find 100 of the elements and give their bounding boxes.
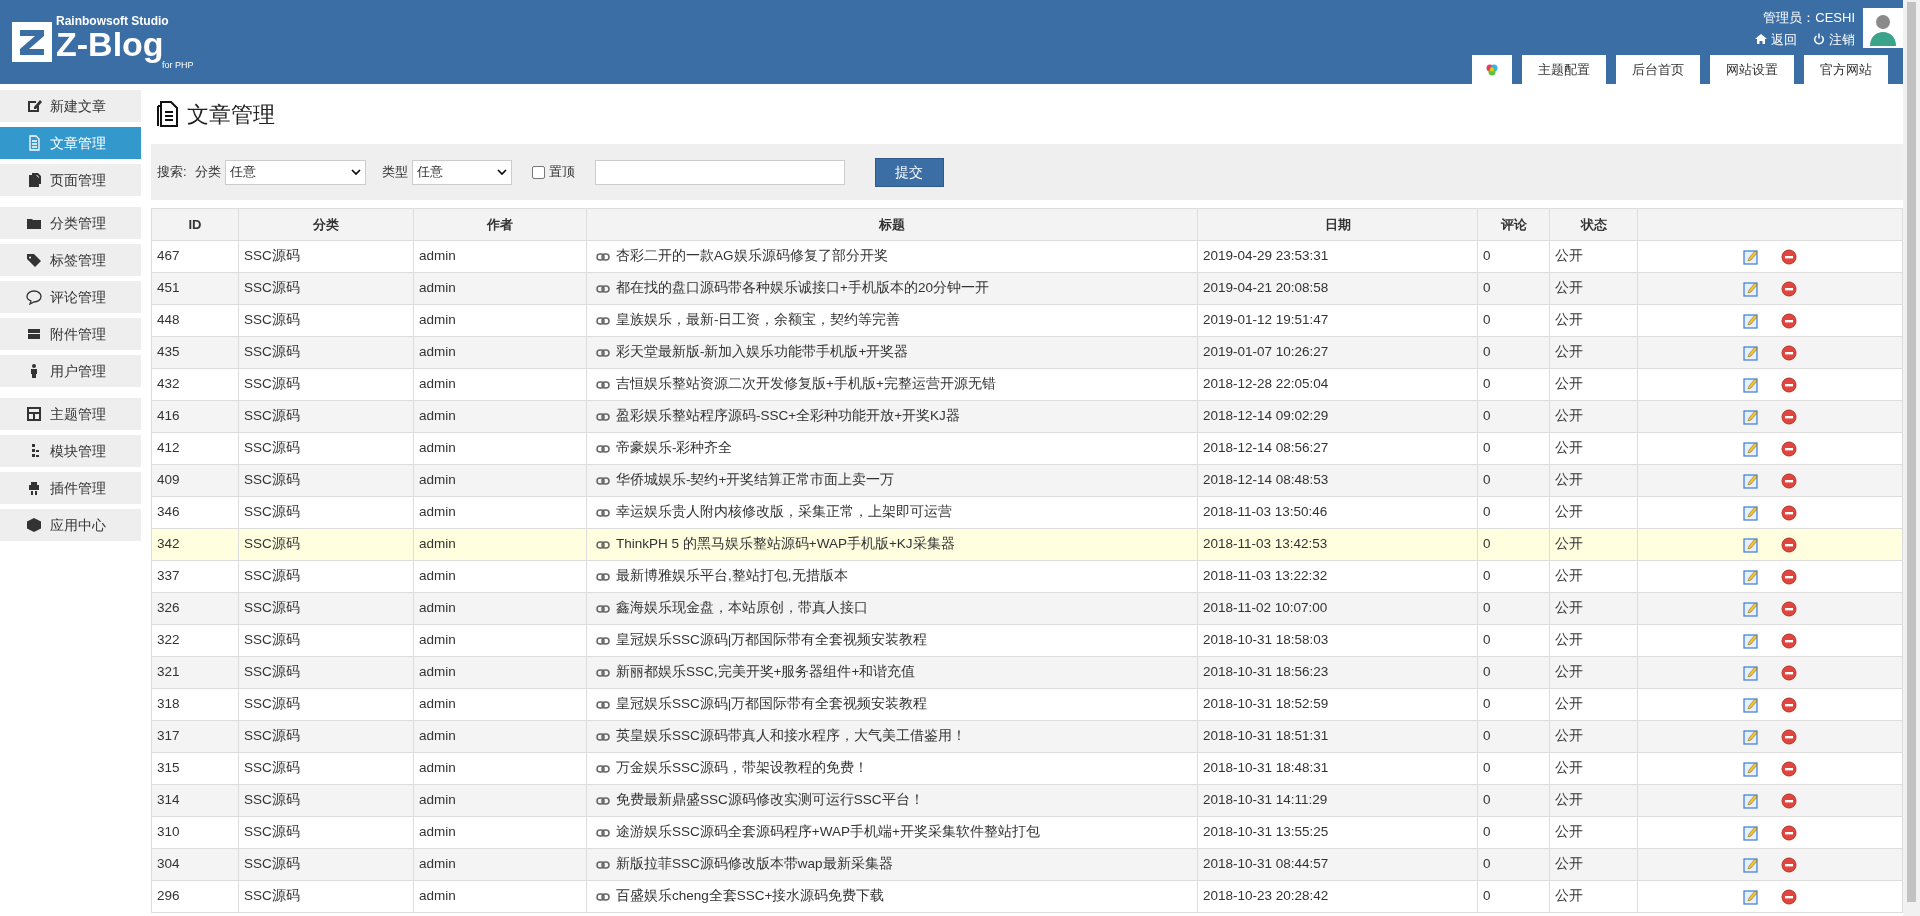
delete-icon[interactable]: [1781, 280, 1797, 297]
edit-icon[interactable]: [1743, 696, 1759, 713]
delete-icon[interactable]: [1781, 504, 1797, 521]
edit-icon[interactable]: [1743, 600, 1759, 617]
edit-icon[interactable]: [1743, 248, 1759, 265]
sidebar-item[interactable]: 模块管理: [0, 435, 141, 467]
type-select[interactable]: 任意: [411, 159, 512, 185]
tab[interactable]: [1472, 55, 1512, 84]
logout-link[interactable]: 注销: [1813, 29, 1855, 49]
edit-icon[interactable]: [1743, 376, 1759, 393]
edit-icon[interactable]: [1743, 856, 1759, 873]
table-cell: 315: [151, 752, 239, 785]
edit-icon[interactable]: [1743, 536, 1759, 553]
table-cell: SSC源码: [238, 624, 414, 657]
sidebar-item[interactable]: 应用中心: [0, 509, 141, 541]
delete-icon[interactable]: [1781, 344, 1797, 361]
delete-icon[interactable]: [1781, 856, 1797, 873]
search-field[interactable]: [594, 159, 845, 185]
submit-button[interactable]: 提交: [874, 157, 944, 187]
sidebar-item[interactable]: 插件管理: [0, 472, 141, 504]
edit-icon[interactable]: [1743, 312, 1759, 329]
edit-icon[interactable]: [1743, 472, 1759, 489]
tab[interactable]: 后台首页: [1616, 55, 1700, 84]
table-cell: SSC源码: [238, 368, 414, 401]
sidebar-item[interactable]: 附件管理: [0, 318, 141, 350]
edit-icon[interactable]: [1743, 760, 1759, 777]
link-icon: [596, 252, 610, 261]
delete-icon[interactable]: [1781, 312, 1797, 329]
table-cell: 公开: [1549, 368, 1638, 401]
menu-icon: [26, 517, 42, 533]
sidebar-item[interactable]: 页面管理: [0, 164, 141, 196]
category-select[interactable]: 任意: [224, 159, 366, 185]
sidebar-item[interactable]: 评论管理: [0, 281, 141, 313]
menu-icon: [26, 98, 42, 114]
tab[interactable]: 主题配置: [1522, 55, 1606, 84]
table-cell: SSC源码: [238, 304, 414, 337]
delete-icon[interactable]: [1781, 792, 1797, 809]
sidebar-item[interactable]: 标签管理: [0, 244, 141, 276]
table-cell: 318: [151, 688, 239, 721]
sidebar-item[interactable]: 新建文章: [0, 90, 141, 122]
delete-icon[interactable]: [1781, 632, 1797, 649]
delete-icon[interactable]: [1781, 696, 1797, 713]
power-icon: [1813, 33, 1825, 46]
back-link[interactable]: 返回: [1755, 29, 1797, 49]
edit-icon[interactable]: [1743, 408, 1759, 425]
edit-icon[interactable]: [1743, 568, 1759, 585]
table-cell: 0: [1477, 880, 1550, 913]
table-cell: admin: [413, 240, 587, 273]
table-cell: SSC源码: [238, 880, 414, 913]
edit-icon[interactable]: [1743, 728, 1759, 745]
table-cell: admin: [413, 528, 587, 561]
table-cell: SSC源码: [238, 688, 414, 721]
table-cell: SSC源码: [238, 752, 414, 785]
table-cell: admin: [413, 848, 587, 881]
table-cell: 0: [1477, 592, 1550, 625]
delete-icon[interactable]: [1781, 376, 1797, 393]
delete-icon[interactable]: [1781, 600, 1797, 617]
edit-icon[interactable]: [1743, 280, 1759, 297]
edit-icon[interactable]: [1743, 888, 1759, 905]
document-icon: [155, 100, 179, 128]
table-cell: 0: [1477, 240, 1550, 273]
tab[interactable]: 官方网站: [1804, 55, 1888, 84]
post-title-link[interactable]: 帝豪娱乐-彩种齐全: [616, 438, 733, 459]
edit-icon[interactable]: [1743, 632, 1759, 649]
edit-icon[interactable]: [1743, 824, 1759, 841]
link-icon: [596, 732, 610, 741]
table-cell: 0: [1477, 656, 1550, 689]
edit-icon[interactable]: [1743, 440, 1759, 457]
delete-icon[interactable]: [1781, 888, 1797, 905]
delete-icon[interactable]: [1781, 664, 1797, 681]
delete-icon[interactable]: [1781, 248, 1797, 265]
delete-icon[interactable]: [1781, 440, 1797, 457]
table-cell: 2018-11-03 13:22:32: [1197, 560, 1478, 593]
tab[interactable]: 网站设置: [1710, 55, 1794, 84]
delete-icon[interactable]: [1781, 408, 1797, 425]
delete-icon[interactable]: [1781, 728, 1797, 745]
table-cell: 2018-10-31 18:56:23: [1197, 656, 1478, 689]
edit-icon[interactable]: [1743, 792, 1759, 809]
edit-icon[interactable]: [1743, 664, 1759, 681]
table-cell: 2018-12-14 09:02:29: [1197, 400, 1478, 433]
edit-icon[interactable]: [1743, 504, 1759, 521]
sidebar-item[interactable]: 用户管理: [0, 355, 141, 387]
delete-icon[interactable]: [1781, 472, 1797, 489]
sidebar-item[interactable]: 主题管理: [0, 398, 141, 430]
menu-icon: [26, 480, 42, 496]
table-cell: 2018-10-31 18:48:31: [1197, 752, 1478, 785]
sidebar-item[interactable]: 分类管理: [0, 207, 141, 239]
delete-icon[interactable]: [1781, 760, 1797, 777]
table-cell: SSC源码: [238, 592, 414, 625]
edit-icon[interactable]: [1743, 344, 1759, 361]
pinned-checkbox[interactable]: [531, 165, 545, 179]
delete-icon[interactable]: [1781, 568, 1797, 585]
type-label: 类型: [381, 163, 408, 182]
table-cell: admin: [413, 720, 587, 753]
table-cell: admin: [413, 784, 587, 817]
table-cell: 公开: [1549, 432, 1638, 465]
delete-icon[interactable]: [1781, 824, 1797, 841]
table-cell: SSC源码: [238, 464, 414, 497]
table-cell: 公开: [1549, 880, 1638, 913]
delete-icon[interactable]: [1781, 536, 1797, 553]
